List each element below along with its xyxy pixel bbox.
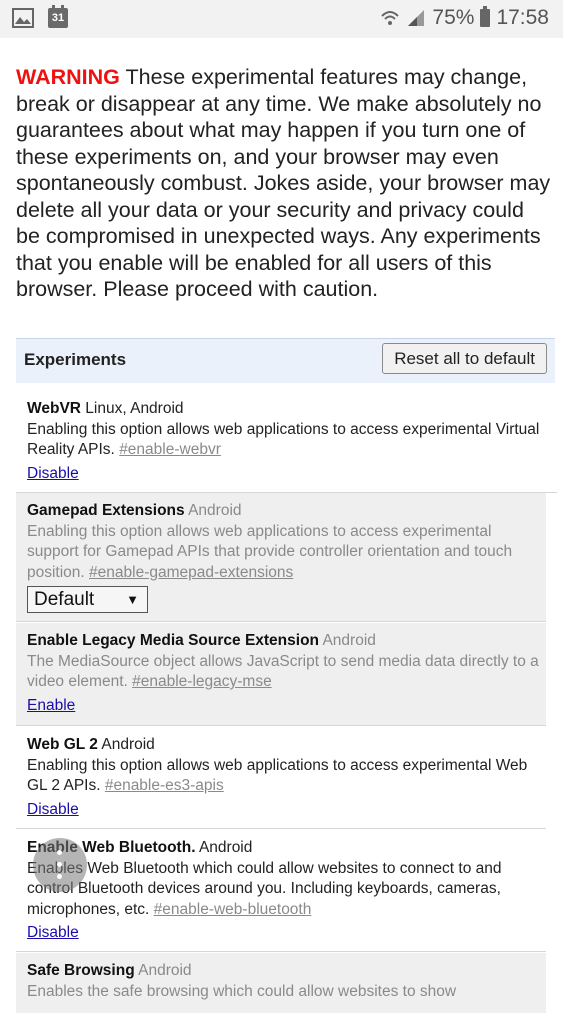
experiment-name: Enable Legacy Media Source Extension (27, 632, 320, 649)
experiment-webgl2: Web GL 2 Android Enabling this option al… (16, 727, 546, 829)
experiments-title: Experiments (24, 350, 127, 369)
warning-message: WARNING These experimental features may … (16, 64, 551, 303)
warning-text: These experimental features may change, … (16, 65, 551, 301)
calendar-day: 31 (51, 12, 65, 24)
experiment-platforms: Linux, Android (80, 400, 184, 417)
clock: 17:58 (496, 6, 549, 29)
experiments-header: Experiments Reset all to default (16, 338, 555, 383)
experiment-web-bluetooth: Enable Web Bluetooth. Android Enables We… (16, 830, 546, 952)
experiment-flag: #enable-gamepad-extensions (89, 563, 294, 581)
wifi-icon (381, 11, 400, 25)
dot-icon (57, 850, 62, 855)
experiment-flag: #enable-webvr (119, 441, 221, 458)
select-value: Default (34, 589, 95, 610)
experiment-flag: #enable-web-bluetooth (153, 900, 312, 918)
dot-icon (57, 874, 62, 879)
experiment-name: WebVR (27, 400, 81, 417)
enable-legacy-mse-link[interactable]: Enable (27, 696, 75, 717)
experiment-webvr: WebVR Linux, Android Enabling this optio… (16, 399, 557, 493)
experiment-name: Safe Browsing (27, 962, 135, 979)
experiment-description: Enabling this option allows web applicat… (27, 756, 528, 795)
floating-menu-button[interactable] (33, 838, 87, 892)
experiment-name: Web GL 2 (27, 736, 98, 753)
experiment-name: Gamepad Extensions (27, 502, 185, 519)
disable-web-bluetooth-link[interactable]: Disable (27, 923, 79, 944)
experiment-gamepad-extensions: Gamepad Extensions Android Enabling this… (16, 493, 546, 622)
experiment-flag: #enable-legacy-mse (132, 673, 272, 690)
dropdown-arrow-icon: ▼ (126, 592, 139, 607)
gamepad-extensions-select[interactable]: Default ▼ (27, 586, 148, 613)
experiment-platforms: Android (184, 502, 242, 519)
dot-icon (57, 862, 62, 867)
experiment-safe-browsing: Safe Browsing Android Enables the safe b… (16, 953, 546, 1013)
disable-webvr-link[interactable]: Disable (27, 464, 79, 485)
experiment-platforms: Android (319, 632, 376, 649)
gallery-icon (12, 8, 34, 28)
warning-label: WARNING (16, 65, 120, 89)
experiment-description: Enables the safe browsing which could al… (27, 982, 457, 1000)
battery-icon (480, 6, 491, 27)
experiment-platforms: Android (195, 839, 253, 856)
calendar-icon: 31 (48, 5, 68, 28)
experiment-platforms: Android (134, 962, 192, 979)
signal-icon (408, 10, 425, 26)
experiment-legacy-mse: Enable Legacy Media Source Extension And… (16, 623, 546, 726)
experiment-platforms: Android (97, 736, 155, 753)
status-bar: 31 75% 17:58 (0, 0, 563, 38)
experiment-description: Enabling this option allows web applicat… (27, 420, 540, 459)
experiment-description: The MediaSource object allows JavaScript… (27, 652, 539, 691)
battery-percent: 75% (432, 6, 475, 29)
experiment-flag: #enable-es3-apis (104, 777, 224, 794)
reset-all-button[interactable]: Reset all to default (382, 343, 547, 374)
disable-webgl2-link[interactable]: Disable (27, 800, 79, 821)
